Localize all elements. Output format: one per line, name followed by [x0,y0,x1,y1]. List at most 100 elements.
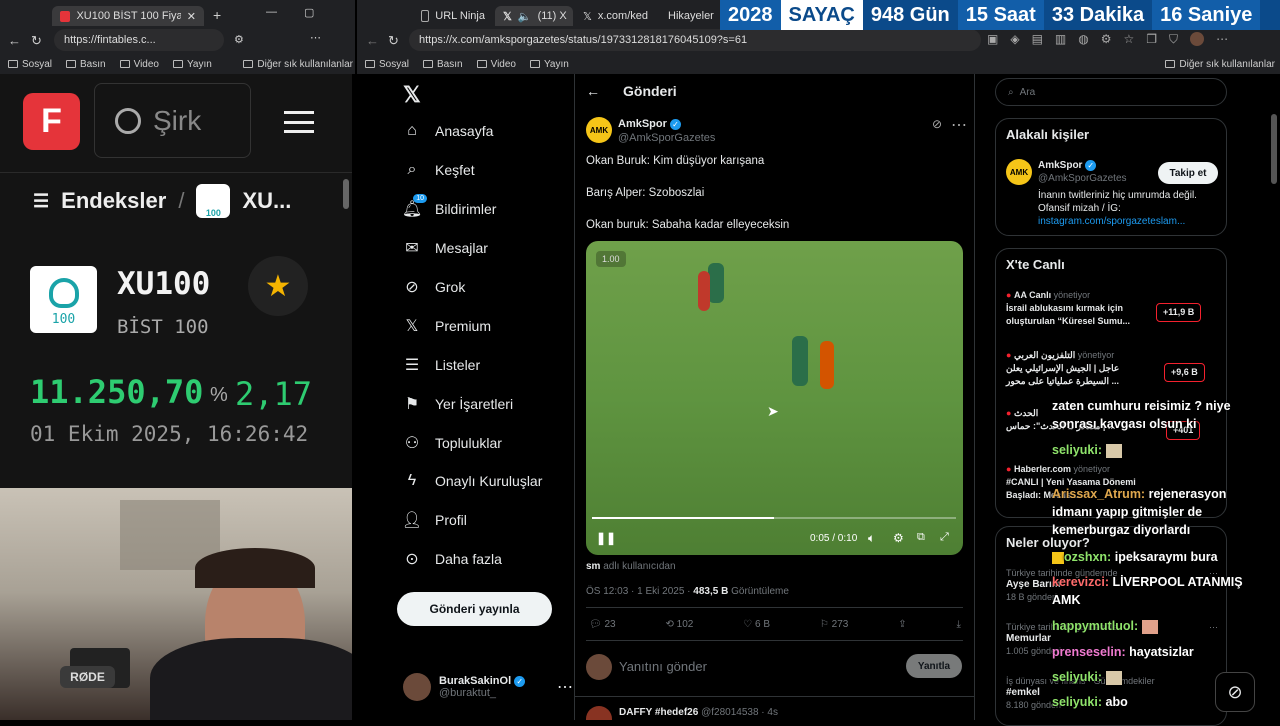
bookmark-basin[interactable]: Basın [423,57,463,71]
fullscreen-icon[interactable]: ⤢ [940,531,949,544]
tab-x-ked[interactable]: 𝕏x.com/ked [575,6,653,26]
grok-float-button[interactable]: ⊘ [1215,672,1255,712]
ext-icon-6[interactable]: ⚙ [1101,32,1112,47]
nav-notifications[interactable]: 🔔︎ 10 Bildirimler [402,194,496,218]
nav-profile[interactable]: 👤︎ Profil [402,511,467,529]
new-tab-icon[interactable]: + [213,7,221,23]
right-address-bar[interactable]: https://x.com/amksporgazetes/status/1973… [409,29,981,51]
reply-action[interactable]: 💬︎ 23 [589,619,616,630]
live-item[interactable]: ● AA Canlı yönetiyor İsrail ablukasını k… [1006,289,1218,328]
bookmark-yayin[interactable]: Yayın [173,57,212,71]
related-name[interactable]: AmkSpor [1038,160,1082,171]
favorites-icon[interactable]: ❐ [1146,32,1157,47]
extensions-icon[interactable]: ⚙ [234,33,244,46]
nav-verified-orgs[interactable]: ϟ Onaylı Kuruluşlar [403,472,543,490]
more-icon[interactable]: ⋯ [310,31,321,44]
bookmark-other[interactable]: Diğer sık kullanılanlar [1165,57,1275,71]
video-progress[interactable] [592,517,956,519]
post-button[interactable]: Gönderi yayınla [397,592,552,626]
related-avatar[interactable]: AMK [1006,159,1032,185]
nav-bookmarks[interactable]: ⚑ Yer İşaretleri [403,395,513,413]
settings-icon[interactable]: ⚙ [893,531,904,545]
reload-icon[interactable]: ↻ [388,33,399,49]
share-icon[interactable]: ⇪ [898,619,906,630]
back-icon[interactable]: ← [366,33,379,48]
bookmark-action[interactable]: ⚐ 273 [820,619,848,630]
close-icon[interactable]: ✕ [187,10,196,23]
live-item[interactable]: ● التلفزيون العربي yönetiyor عاجل | الجي… [1006,349,1218,388]
more-icon[interactable]: ⋯ [557,677,573,697]
breadcrumb-endeksler[interactable]: Endeksler [61,188,166,214]
fintables-logo[interactable]: F [23,93,80,150]
bookmark-icon: ⚑ [404,396,420,413]
ext-icon-2[interactable]: ◈ [1010,32,1019,47]
follow-button[interactable]: Takip et [1158,162,1218,184]
bookmark-sosyal[interactable]: Sosyal [8,57,52,71]
hamburger-menu-icon[interactable] [284,111,314,133]
back-arrow-icon[interactable]: ← [586,83,600,99]
tab-url-ninja[interactable]: URL Ninja [413,6,493,26]
post-timestamp[interactable]: ÖS 12:03 · 1 Eki 2025 · [586,586,691,597]
repost-action[interactable]: ⟲ 102 [666,619,694,630]
live-count-badge: +9,6 B [1164,363,1205,382]
reload-icon[interactable]: ↻ [31,33,42,49]
nav-lists[interactable]: ☰ Listeler [403,356,480,374]
minimize-icon[interactable]: — [266,6,277,18]
reply-input[interactable]: Yanıtını gönder [619,659,707,674]
nav-explore[interactable]: ⌕ Keşfet [403,161,475,179]
ext-icon-5[interactable]: ◍ [1078,32,1088,47]
right-url-text: https://x.com/amksporgazetes/status/1973… [419,34,748,46]
profile-avatar[interactable] [1190,32,1205,46]
author-name[interactable]: AmkSpor [618,118,667,130]
ext-icon-3[interactable]: ▤ [1032,32,1043,47]
pause-icon[interactable]: ❚❚ [596,531,616,545]
bookmark-sosyal[interactable]: Sosyal [365,57,409,71]
like-action[interactable]: ♡ 6 B [743,619,770,630]
nav-messages[interactable]: ✉ Mesajlar [403,239,488,257]
maximize-icon[interactable]: ▢ [304,6,314,19]
star-icon: ★ [264,269,292,303]
account-switcher[interactable]: BurakSakinOl ✓ @buraktut_ ⋯ [403,672,573,702]
index-datetime: 01 Ekim 2025, 16:26:42 [30,422,309,446]
favorite-star-button[interactable]: ★ [248,256,308,316]
bookmark-yayin[interactable]: Yayın [530,57,569,71]
scrollbar[interactable] [1271,114,1277,184]
video-player[interactable]: 1.00 ➤ ❚❚ 0:05 / 0:10 🔈︎ ⚙ ⧉ ⤢ [586,241,963,555]
nav-communities[interactable]: ⚇ Topluluklar [403,434,502,452]
bookmark-other[interactable]: Diğer sık kullanılanlar [243,57,353,71]
left-address-bar[interactable]: https://fintables.c... [54,29,224,51]
grok-icon[interactable]: ⊘ [932,117,942,131]
ext-icon-4[interactable]: ▥ [1055,32,1066,47]
tab-x[interactable]: 𝕏 🔈 (11) X [495,6,573,26]
volume-icon[interactable]: 🔈︎ [868,531,875,546]
more-icon[interactable]: ⋯ [1216,32,1228,47]
pip-icon[interactable]: ⧉ [917,531,925,544]
scrollbar[interactable] [343,179,349,209]
shield-icon[interactable]: ⛉ [1169,32,1178,47]
author-handle[interactable]: @AmkSporGazetes [618,131,715,145]
bookmark-video[interactable]: Video [119,57,159,71]
nav-more[interactable]: ⊙ Daha fazla [403,550,502,568]
reply-button[interactable]: Yanıtla [906,654,962,678]
more-icon[interactable]: ⋯ [951,115,967,135]
chat-message: seliyuki: [1052,668,1122,686]
download-icon[interactable]: ⤓ [957,619,961,630]
bookmark-basin[interactable]: Basın [66,57,106,71]
sidebar-search-input[interactable]: ⌕ Ara [995,78,1227,106]
nav-home[interactable]: ⌂ Anasayfa [403,122,493,140]
back-icon[interactable]: ← [8,33,21,48]
source-user[interactable]: sm [586,561,600,572]
ext-icon-1[interactable]: ▣ [987,32,998,47]
star-icon[interactable]: ☆ [1124,32,1135,47]
related-link[interactable]: instagram.com/sporgazeteslam... [1038,216,1185,227]
nav-premium[interactable]: 𝕏 Premium [403,317,491,335]
nav-grok[interactable]: ⊘ Grok [403,278,465,296]
x-logo[interactable]: 𝕏 [403,82,421,108]
left-tab-fintables[interactable]: XU100 BİST 100 Fiyatı ve Grafiği ✕ [52,6,204,26]
author-avatar[interactable]: AMK [586,117,612,143]
fintables-search-input[interactable]: Şirk [94,83,251,158]
next-post-author[interactable]: DAFFY #hedef26 [619,707,698,718]
bookmark-video[interactable]: Video [476,57,516,71]
grok-icon: ⊘ [405,279,419,296]
tab-hikayeler[interactable]: Hikayeler [654,6,720,26]
